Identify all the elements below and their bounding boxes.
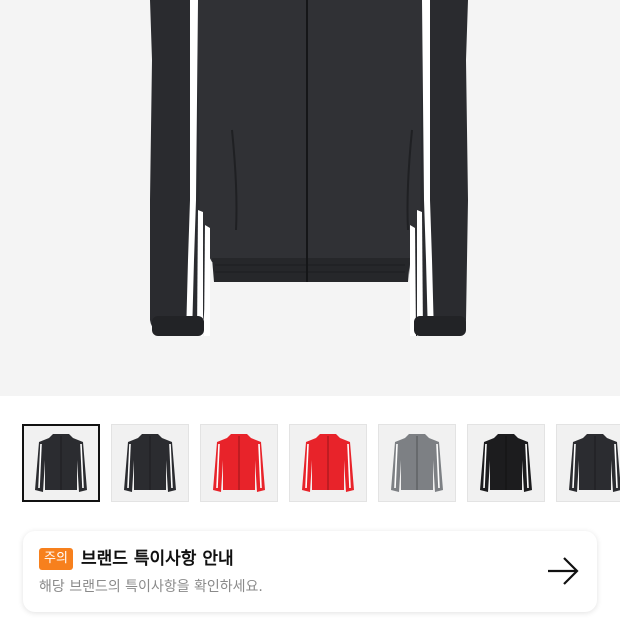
red-jacket-thumbnail — [302, 434, 354, 492]
black-jacket-thumbnail — [569, 434, 620, 492]
black-jacket-thumbnail — [480, 434, 532, 492]
thumbnail-6[interactable] — [467, 424, 545, 502]
thumbnail-2[interactable] — [111, 424, 189, 502]
black-jacket-thumbnail — [124, 434, 176, 492]
product-main-image[interactable] — [0, 0, 620, 396]
arrow-right-icon[interactable] — [545, 555, 581, 587]
thumbnail-1[interactable] — [22, 424, 100, 502]
thumbnail-5[interactable] — [378, 424, 456, 502]
grey-jacket-thumbnail — [391, 434, 443, 492]
red-jacket-thumbnail — [213, 434, 265, 492]
thumbnail-3[interactable] — [200, 424, 278, 502]
thumbnail-7[interactable] — [556, 424, 620, 502]
thumbnail-strip — [22, 424, 620, 503]
jacket-photo — [150, 0, 468, 336]
notice-title: 브랜드 특이사항 안내 — [81, 549, 234, 569]
notice-badge: 주의 — [39, 548, 73, 570]
black-jacket-thumbnail — [35, 434, 87, 492]
notice-subtitle: 해당 브랜드의 특이사항을 확인하세요. — [39, 579, 263, 595]
brand-notice-card[interactable]: 주의 브랜드 특이사항 안내 해당 브랜드의 특이사항을 확인하세요. — [23, 531, 597, 612]
thumbnail-4[interactable] — [289, 424, 367, 502]
